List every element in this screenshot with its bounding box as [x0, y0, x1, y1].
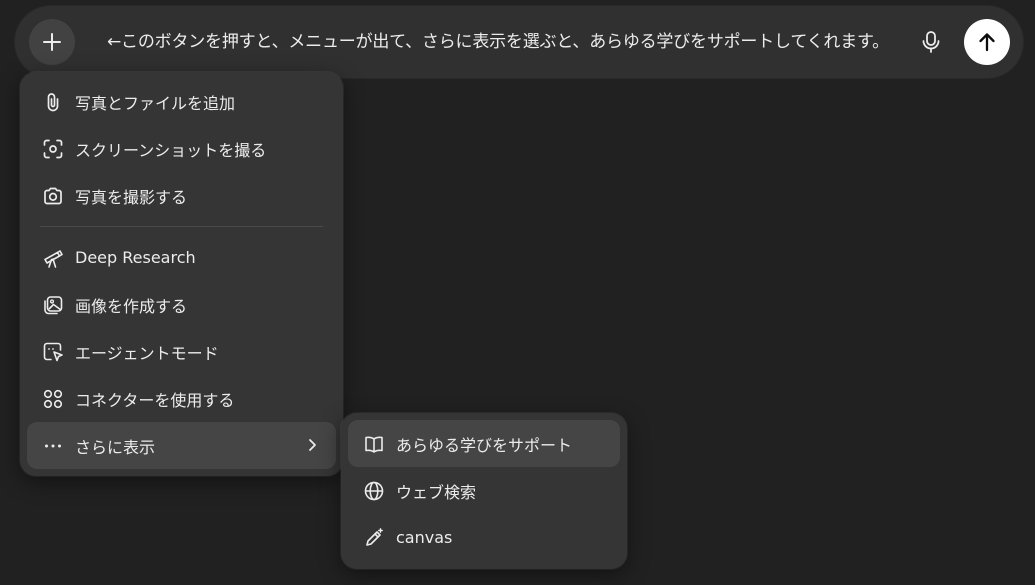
agent-cursor-icon [41, 340, 65, 364]
globe-icon [362, 479, 386, 503]
submenu-item-label: あらゆる学びをサポート [396, 435, 573, 455]
submenu-item-label: canvas [396, 528, 453, 547]
menu-divider [40, 226, 323, 227]
arrow-up-icon [976, 31, 998, 53]
voice-input-button[interactable] [913, 24, 949, 60]
menu-item-label: スクリーンショットを撮る [75, 140, 267, 160]
menu-item-deep-research[interactable]: Deep Research [27, 234, 336, 281]
submenu-item-label: ウェブ検索 [396, 482, 477, 502]
submenu-item-web-search[interactable]: ウェブ検索 [348, 467, 620, 514]
menu-item-label: Deep Research [75, 248, 196, 267]
menu-item-add-photos-files[interactable]: 写真とファイルを追加 [27, 78, 336, 125]
camera-icon [41, 184, 65, 208]
more-dots-icon [41, 434, 65, 458]
paperclip-icon [41, 90, 65, 114]
submenu-item-study-support[interactable]: あらゆる学びをサポート [348, 420, 620, 467]
chat-screen: ←このボタンを押すと、メニューが出て、さらに表示を選ぶと、あらゆる学びをサポート… [0, 0, 1035, 585]
composer-bar: ←このボタンを押すと、メニューが出て、さらに表示を選ぶと、あらゆる学びをサポート… [15, 6, 1023, 78]
submenu-item-canvas[interactable]: canvas [348, 514, 620, 561]
plus-icon [41, 31, 63, 53]
menu-item-label: さらに表示 [75, 437, 156, 457]
menu-item-take-photo[interactable]: 写真を撮影する [27, 172, 336, 219]
connector-icon [41, 387, 65, 411]
send-button[interactable] [964, 19, 1010, 65]
microphone-icon [920, 30, 942, 54]
image-icon [41, 293, 65, 317]
pen-sparkle-icon [362, 526, 386, 550]
open-book-icon [362, 432, 386, 456]
attachment-menu: 写真とファイルを追加 スクリーンショットを撮る 写真を撮影する Deep Res… [20, 72, 343, 476]
telescope-icon [41, 246, 65, 270]
more-submenu: あらゆる学びをサポート ウェブ検索 canvas [341, 413, 627, 569]
menu-item-label: 画像を作成する [75, 296, 188, 316]
add-attachment-button[interactable] [29, 19, 75, 65]
menu-item-label: エージェントモード [75, 343, 219, 363]
composer-input[interactable]: ←このボタンを押すと、メニューが出て、さらに表示を選ぶと、あらゆる学びをサポート… [107, 30, 889, 54]
menu-item-use-connectors[interactable]: コネクターを使用する [27, 375, 336, 422]
chevron-right-icon [302, 435, 322, 455]
menu-item-show-more[interactable]: さらに表示 [27, 422, 336, 469]
screenshot-icon [41, 137, 65, 161]
menu-item-label: 写真を撮影する [75, 187, 188, 207]
menu-item-label: 写真とファイルを追加 [75, 93, 236, 113]
menu-item-create-image[interactable]: 画像を作成する [27, 281, 336, 328]
menu-item-take-screenshot[interactable]: スクリーンショットを撮る [27, 125, 336, 172]
menu-item-label: コネクターを使用する [75, 390, 235, 410]
menu-item-agent-mode[interactable]: エージェントモード [27, 328, 336, 375]
